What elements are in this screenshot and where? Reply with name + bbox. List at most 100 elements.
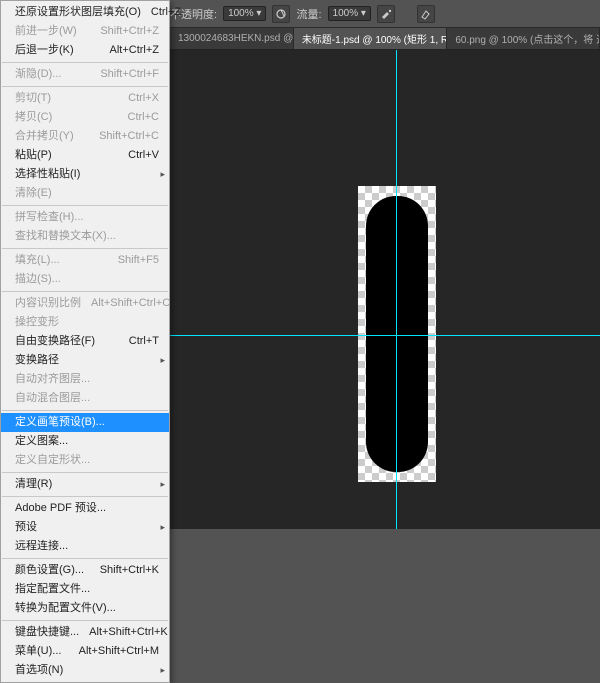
menu-item-shortcut: Ctrl+V [128,148,159,163]
menu-item[interactable]: 颜色设置(G)... Shift+Ctrl+K [1,561,169,580]
menu-item-label: 内容识别比例 [15,296,81,311]
menu-item-label: 自动混合图层... [15,391,90,406]
guide-horizontal[interactable] [170,335,600,336]
opacity-value[interactable]: 100% ▾ [223,6,266,21]
menu-item-label: 预设 [15,520,37,535]
menu-item-label: 渐隐(D)... [15,67,61,82]
menu-item[interactable]: 首选项(N) [1,661,169,680]
menu-item-shortcut: Ctrl+Z [151,5,181,20]
menu-item-label: 自由变换路径(F) [15,334,95,349]
tab-label: 60.png @ 100% (点击这个，将 选区转 [455,31,600,46]
menu-item[interactable]: 转换为配置文件(V)... [1,599,169,618]
menu-item-shortcut: Shift+Ctrl+F [100,67,159,82]
menu-item-shortcut: Shift+Ctrl+C [99,129,159,144]
menu-item: 填充(L)... Shift+F5 [1,251,169,270]
document-tabs: 1300024683HEKN.psd @ 3...×未标题-1.psd @ 10… [170,28,600,50]
menu-item: 查找和替换文本(X)... [1,227,169,246]
menu-separator [2,558,168,559]
menu-item-shortcut: Shift+F5 [118,253,159,268]
document-tab[interactable]: 60.png @ 100% (点击这个，将 选区转× [447,28,600,49]
artboard [358,186,436,482]
menu-item[interactable]: 菜单(U)... Alt+Shift+Ctrl+M [1,642,169,661]
menu-item[interactable]: 还原设置形状图层填充(O)Ctrl+Z [1,3,169,22]
menu-item: 描边(S)... [1,270,169,289]
menu-item-label: 远程连接... [15,539,68,554]
menu-item-shortcut: Alt+Shift+Ctrl+C [91,296,170,311]
menu-item-label: 描边(S)... [15,272,61,287]
menu-item[interactable]: 预设 [1,518,169,537]
menu-item[interactable]: 后退一步(K) Alt+Ctrl+Z [1,41,169,60]
menu-item: 合并拷贝(Y) Shift+Ctrl+C [1,127,169,146]
menu-item-shortcut: Alt+Shift+Ctrl+K [89,625,168,640]
menu-item-label: 拼写检查(H)... [15,210,83,225]
menu-item-label: 选择性粘贴(I) [15,167,80,182]
menu-item-label: 清除(E) [15,186,52,201]
document-tab[interactable]: 未标题-1.psd @ 100% (矩形 1, RGB/...× [294,28,448,49]
menu-separator [2,62,168,63]
pressure-size-icon[interactable] [417,5,435,23]
guide-vertical[interactable] [396,50,397,529]
canvas-area[interactable] [170,50,600,529]
pressure-opacity-icon[interactable] [272,5,290,23]
document-tab[interactable]: 1300024683HEKN.psd @ 3...× [170,28,294,49]
menu-item-label: 变换路径 [15,353,59,368]
menu-item: 定义自定形状... [1,451,169,470]
menu-item-label: 还原设置形状图层填充(O) [15,5,141,20]
menu-item: 拼写检查(H)... [1,208,169,227]
menu-item[interactable]: Adobe PDF 预设... [1,499,169,518]
menu-item: 操控变形 [1,313,169,332]
menu-item-label: 自动对齐图层... [15,372,90,387]
menu-item-shortcut: Shift+Ctrl+K [100,563,159,578]
menu-item[interactable]: 定义画笔预设(B)... [1,413,169,432]
menu-item-shortcut: Alt+Ctrl+Z [109,43,159,58]
menu-item-label: 粘贴(P) [15,148,52,163]
menu-item-label: 拷贝(C) [15,110,52,125]
menu-separator [2,472,168,473]
menu-item[interactable]: 清理(R) [1,475,169,494]
menu-item-label: 合并拷贝(Y) [15,129,74,144]
menu-item: 清除(E) [1,184,169,203]
menu-item-label: 定义自定形状... [15,453,90,468]
menu-item-label: 定义图案... [15,434,68,449]
menu-item: 前进一步(W)Shift+Ctrl+Z [1,22,169,41]
menu-item[interactable]: 自由变换路径(F) Ctrl+T [1,332,169,351]
menu-item-label: 菜单(U)... [15,644,61,659]
menu-item-label: 转换为配置文件(V)... [15,601,116,616]
menu-item: 自动混合图层... [1,389,169,408]
tab-label: 未标题-1.psd @ 100% (矩形 1, RGB/... [302,31,448,46]
menu-separator [2,496,168,497]
menu-item[interactable]: 粘贴(P) Ctrl+V [1,146,169,165]
menu-item[interactable]: 变换路径 [1,351,169,370]
tab-label: 1300024683HEKN.psd @ 3... [178,33,294,44]
menu-item-shortcut: Alt+Shift+Ctrl+M [79,644,159,659]
menu-item[interactable]: 选择性粘贴(I) [1,165,169,184]
menu-item[interactable]: 指定配置文件... [1,580,169,599]
airbrush-icon[interactable] [377,5,395,23]
menu-item-label: 键盘快捷键... [15,625,79,640]
menu-separator [2,205,168,206]
menu-separator [2,410,168,411]
flow-value[interactable]: 100% ▾ [328,6,371,21]
menu-separator [2,620,168,621]
menu-item-label: 颜色设置(G)... [15,563,84,578]
menu-item[interactable]: 定义图案... [1,432,169,451]
menu-item: 剪切(T)Ctrl+X [1,89,169,108]
menu-item[interactable]: 远程连接... [1,537,169,556]
menu-item: 内容识别比例 Alt+Shift+Ctrl+C [1,294,169,313]
menu-item-label: 首选项(N) [15,663,63,678]
menu-item-label: 操控变形 [15,315,59,330]
menu-separator [2,291,168,292]
menu-item[interactable]: 键盘快捷键... Alt+Shift+Ctrl+K [1,623,169,642]
menu-item-label: 填充(L)... [15,253,60,268]
menu-item: 自动对齐图层... [1,370,169,389]
menu-item-shortcut: Ctrl+T [129,334,159,349]
menu-item-shortcut: Ctrl+C [128,110,159,125]
menu-item: 拷贝(C) Ctrl+C [1,108,169,127]
menu-item-label: 清理(R) [15,477,52,492]
edit-menu: 还原设置形状图层填充(O)Ctrl+Z前进一步(W)Shift+Ctrl+Z后退… [0,0,170,683]
menu-item-label: Adobe PDF 预设... [15,501,106,516]
menu-item-label: 定义画笔预设(B)... [15,415,105,430]
menu-item-label: 查找和替换文本(X)... [15,229,116,244]
menu-item-label: 后退一步(K) [15,43,74,58]
menu-separator [2,86,168,87]
